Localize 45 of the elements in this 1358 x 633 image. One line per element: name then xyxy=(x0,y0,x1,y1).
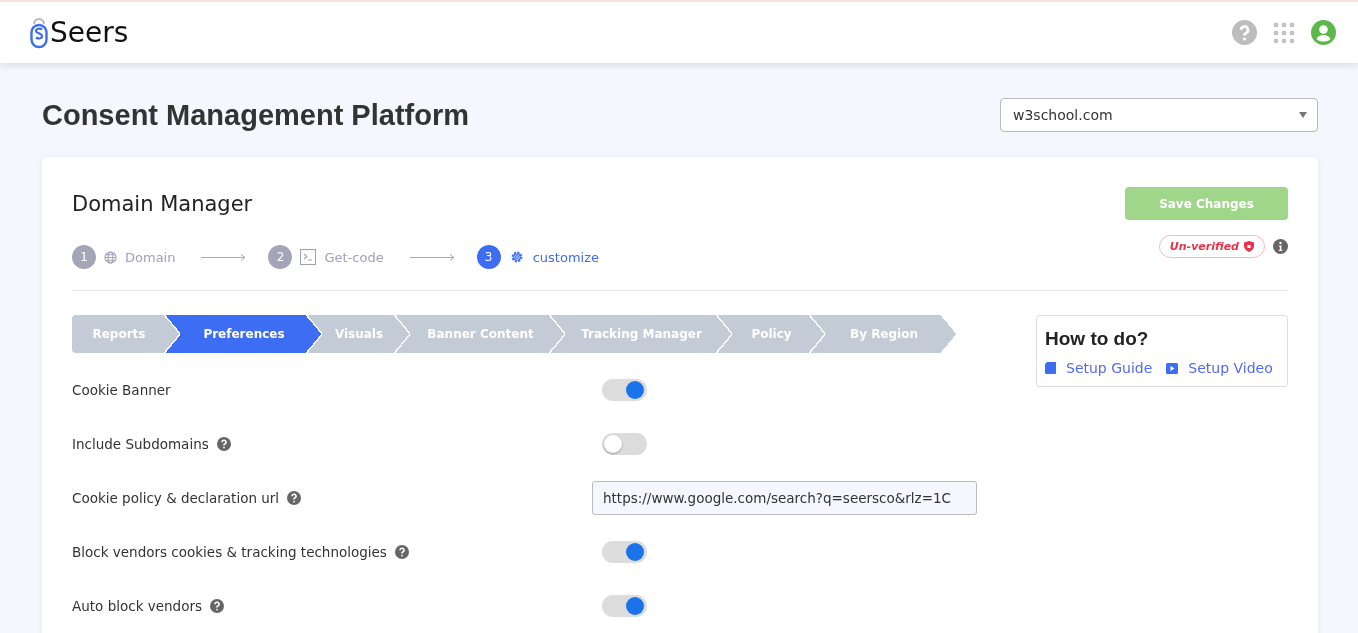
toggle-switch[interactable] xyxy=(602,379,647,401)
url-input-field[interactable]: https://www.google.com/search?q=seersco&rlz=1C xyxy=(592,481,977,515)
logo-icon xyxy=(30,16,48,49)
setting-label: Cookie policy & declaration url xyxy=(72,490,280,506)
help-link[interactable]: Setup Video xyxy=(1166,360,1273,376)
tab[interactable]: Reports xyxy=(72,315,180,353)
arrow-icon xyxy=(409,253,455,261)
video-icon xyxy=(1166,362,1179,374)
setting-label: Cookie Banner xyxy=(72,382,171,398)
info-icon[interactable] xyxy=(1273,238,1288,254)
setting-label: Auto block vendors xyxy=(72,598,202,614)
shield-icon xyxy=(1244,240,1254,252)
tab[interactable]: Preferences xyxy=(180,315,322,353)
toggle-switch[interactable] xyxy=(602,541,647,563)
tab[interactable]: Policy xyxy=(732,315,825,353)
book-icon xyxy=(1045,362,1056,374)
toggle-switch[interactable] xyxy=(602,433,647,455)
terminal-icon xyxy=(300,249,317,265)
toggle-switch[interactable] xyxy=(602,595,647,617)
domain-select[interactable]: w3school.com xyxy=(1000,98,1318,132)
panel-title: How to do? xyxy=(1045,328,1150,350)
caret-icon xyxy=(1299,112,1307,118)
help-icon xyxy=(216,437,231,451)
step-number[interactable]: 2 xyxy=(268,245,293,269)
user-avatar-icon[interactable] xyxy=(1311,20,1336,45)
tab[interactable]: Tracking Manager xyxy=(565,315,732,353)
tab[interactable]: By Region xyxy=(825,315,957,353)
setting-label: Block vendors cookies & tracking technologies xyxy=(72,544,387,560)
help-icon xyxy=(287,491,302,505)
help-link[interactable]: Setup Guide xyxy=(1045,360,1153,376)
setting-label: Include Subdomains xyxy=(72,436,209,452)
step-number[interactable]: 3 xyxy=(476,245,501,269)
card-title: Domain Manager xyxy=(72,191,253,216)
page-title: Consent Management Platform xyxy=(42,98,469,132)
logo-text: Seers xyxy=(50,16,129,49)
step-number[interactable]: 1 xyxy=(72,245,96,269)
help-icon xyxy=(394,545,409,559)
step-label[interactable]: Get-code xyxy=(324,249,384,265)
tab[interactable]: Banner Content xyxy=(410,315,565,353)
arrow-icon xyxy=(201,253,247,261)
globe-icon xyxy=(104,250,117,264)
help-icon xyxy=(210,599,224,613)
step-label[interactable]: Domain xyxy=(125,249,176,265)
step-label[interactable]: customize xyxy=(532,249,599,265)
tab[interactable]: Visuals xyxy=(322,315,410,353)
